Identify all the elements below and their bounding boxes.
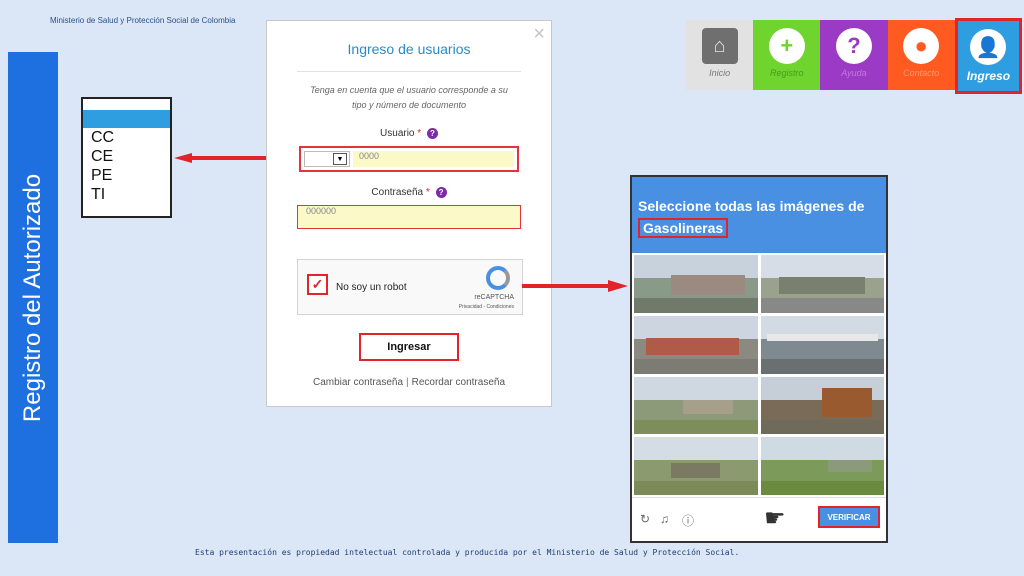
password-label: Contraseña * ? xyxy=(267,187,551,198)
nav-item-ingreso[interactable]: 👤 Ingreso xyxy=(954,18,1022,94)
challenge-target: Gasolineras xyxy=(638,218,729,238)
nav-item-ayuda[interactable]: ? Ayuda xyxy=(820,20,888,90)
challenge-prompt: Seleccione todas las imágenes de xyxy=(638,198,865,214)
login-dialog: × Ingreso de usuarios Tenga en cuenta qu… xyxy=(266,20,552,407)
user-field-group: ▼ 0000 xyxy=(299,146,519,172)
image-tile[interactable] xyxy=(634,437,758,495)
user-label: Usuario * ? xyxy=(267,128,551,139)
challenge-header: Seleccione todas las imágenes de Gasolin… xyxy=(632,177,886,253)
image-tile[interactable] xyxy=(760,376,884,435)
recaptcha-logo-icon xyxy=(486,266,510,290)
dialog-title: Ingreso de usuarios xyxy=(347,41,471,57)
required-mark: * xyxy=(425,187,430,199)
headphones-icon[interactable]: ♫ xyxy=(660,512,669,526)
user-input[interactable]: 0000 xyxy=(353,151,514,167)
dropdown-option-cc[interactable]: CC xyxy=(83,128,170,147)
document-type-select[interactable]: ▼ xyxy=(304,151,350,167)
ministry-header: Ministerio de Salud y Protección Social … xyxy=(50,16,236,25)
captcha-challenge: Seleccione todas las imágenes de Gasolin… xyxy=(630,175,888,543)
image-tile[interactable] xyxy=(634,315,758,374)
recaptcha-checkbox[interactable]: ✓ xyxy=(307,274,328,295)
divider xyxy=(297,71,521,72)
refresh-icon[interactable]: ↻ xyxy=(640,512,650,526)
info-icon[interactable]: ⓘ xyxy=(682,512,694,529)
recaptcha-links[interactable]: Privacidad - Condiciones xyxy=(459,304,514,310)
nav-item-contacto[interactable]: ● Contacto xyxy=(887,20,955,90)
help-icon[interactable]: ? xyxy=(426,128,438,139)
pointing-hand-icon: ☛ xyxy=(764,505,786,532)
footer-note: Esta presentación es propiedad intelectu… xyxy=(195,548,740,557)
required-mark: * xyxy=(417,128,422,140)
nav-item-registro[interactable]: + Registro xyxy=(753,20,821,90)
plus-icon: + xyxy=(768,28,805,64)
banner-title: Registro del Autorizado xyxy=(19,173,46,422)
top-navigation: ⌂ Inicio + Registro ? Ayuda ● Contacto 👤… xyxy=(686,18,1022,94)
location-pin-icon: ● xyxy=(903,28,940,64)
dropdown-option-ti[interactable]: TI xyxy=(83,185,170,204)
nav-item-inicio[interactable]: ⌂ Inicio xyxy=(686,20,754,90)
chevron-down-icon[interactable]: ▼ xyxy=(333,153,347,165)
dialog-note: Tenga en cuenta que el usuario correspon… xyxy=(310,85,508,110)
image-tile[interactable] xyxy=(634,255,758,313)
question-icon: ? xyxy=(835,28,872,64)
image-tile[interactable] xyxy=(760,437,884,495)
challenge-footer: ↻ ♫ ⓘ ☛ VERIFICAR xyxy=(632,497,886,541)
dropdown-option-pe[interactable]: PE xyxy=(83,166,170,185)
recaptcha-widget: ✓ No soy un robot reCAPTCHA Privacidad -… xyxy=(297,259,523,315)
image-tile[interactable] xyxy=(760,315,884,374)
recaptcha-brand: reCAPTCHA xyxy=(474,294,514,301)
recaptcha-label: No soy un robot xyxy=(336,282,407,293)
home-icon: ⌂ xyxy=(701,28,738,64)
password-input[interactable]: 000000 xyxy=(297,205,521,229)
submit-button[interactable]: Ingresar xyxy=(359,333,459,361)
side-banner: Registro del Autorizado xyxy=(8,52,58,543)
account-links: Cambiar contraseña | Recordar contraseña xyxy=(312,377,506,388)
change-password-link[interactable]: Cambiar contraseña xyxy=(313,377,403,388)
recover-password-link[interactable]: Recordar contraseña xyxy=(412,377,505,388)
user-icon: 👤 xyxy=(970,29,1007,65)
document-type-dropdown[interactable]: CC CE PE TI xyxy=(81,97,172,218)
image-tile[interactable] xyxy=(634,376,758,435)
image-grid xyxy=(632,253,886,497)
help-icon[interactable]: ? xyxy=(435,187,447,198)
dropdown-option-ce[interactable]: CE xyxy=(83,147,170,166)
dropdown-selected-option[interactable] xyxy=(83,110,170,128)
verify-button[interactable]: VERIFICAR xyxy=(818,506,880,528)
image-tile[interactable] xyxy=(760,255,884,313)
arrow-right-icon xyxy=(522,280,628,292)
